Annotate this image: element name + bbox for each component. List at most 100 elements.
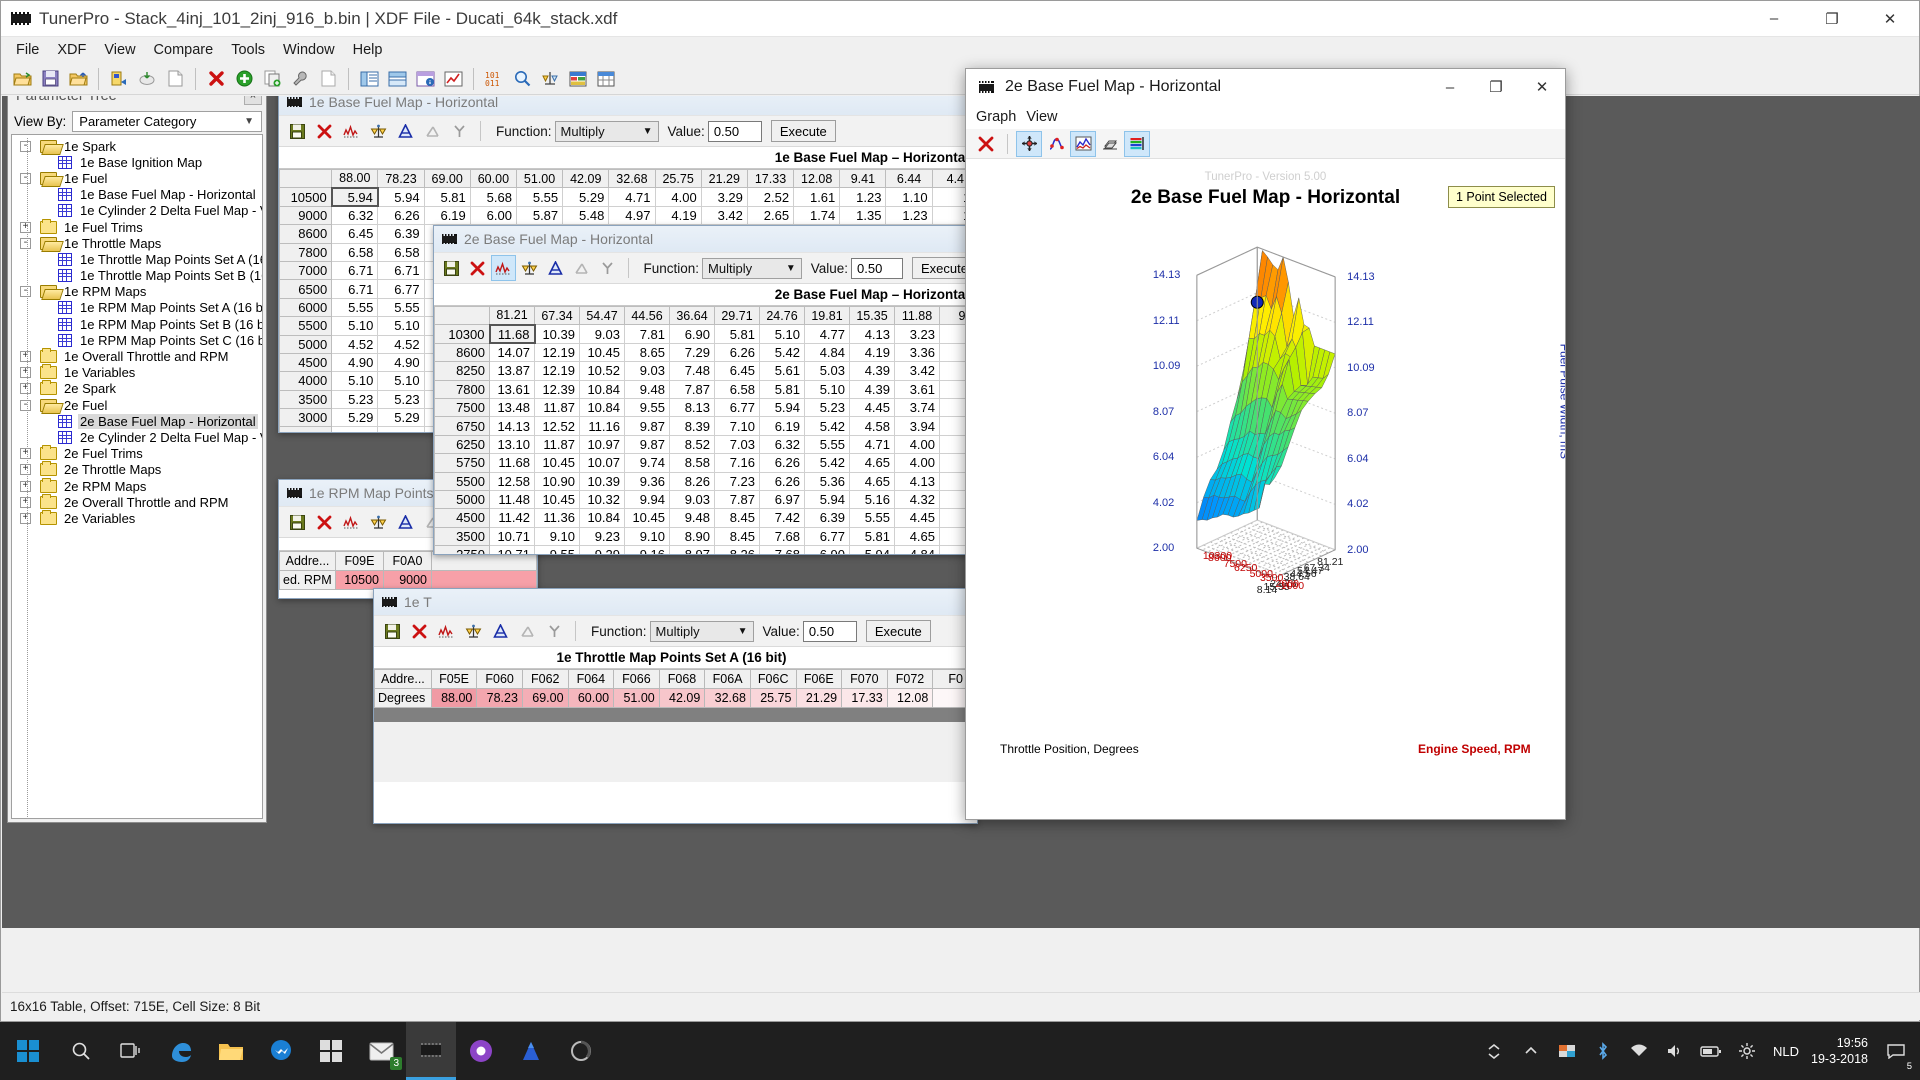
tree-node[interactable]: - 1e RPM Maps	[12, 284, 262, 300]
collapse-toggle-icon[interactable]: -	[20, 237, 31, 249]
table-cell[interactable]: 11.68	[488, 323, 536, 345]
table-cell[interactable]: 6.71	[331, 279, 379, 299]
table-cell[interactable]: 6.32	[759, 434, 805, 455]
table-cell[interactable]: 3.36	[894, 342, 940, 363]
column-header[interactable]: F06C	[749, 669, 797, 689]
row-header[interactable]: 7500	[434, 397, 490, 418]
table-cell[interactable]: 4.97	[608, 205, 656, 226]
table-cell[interactable]: 69.00	[521, 688, 569, 708]
column-header[interactable]: 11.88	[894, 305, 940, 326]
table-cell[interactable]: 10.84	[579, 379, 625, 399]
collapse-toggle-icon[interactable]: -	[20, 399, 31, 411]
delete-red-x-icon[interactable]	[203, 66, 229, 92]
graph-close-button[interactable]: ✕	[1519, 69, 1565, 105]
table-cell[interactable]: 7.81	[624, 324, 670, 344]
table-cell[interactable]: 6.39	[804, 508, 850, 528]
column-header[interactable]: 69.00	[423, 168, 471, 189]
column-header[interactable]: 60.00	[469, 168, 517, 189]
table-cell[interactable]: 5.10	[331, 316, 379, 336]
column-header[interactable]: F072	[886, 669, 934, 689]
scales-icon[interactable]	[366, 119, 390, 143]
minimize-button[interactable]: –	[1745, 1, 1803, 37]
table-cell[interactable]: 5.42	[759, 342, 805, 363]
table-cell[interactable]: 13.10	[489, 434, 535, 455]
menu-compare[interactable]: Compare	[145, 39, 223, 61]
table-cell[interactable]: 5.81	[849, 526, 895, 547]
blank-doc-icon[interactable]	[315, 66, 341, 92]
split-icon[interactable]	[447, 119, 471, 143]
table-cell[interactable]: 13.48	[489, 397, 535, 418]
table-cell[interactable]: 10.84	[579, 508, 625, 528]
table-cell[interactable]: 12.39	[534, 379, 580, 399]
data-table[interactable]: 81.21 67.34 54.47 44.56 36.64 29.71 24.76 19.81…	[434, 305, 977, 554]
row-header[interactable]: 4500	[279, 352, 333, 373]
table-cell[interactable]: 4.65	[894, 526, 940, 547]
table-cell[interactable]: 10.97	[579, 434, 625, 455]
table-cell[interactable]: 5.55	[377, 297, 425, 318]
table-cell[interactable]: 10.39	[579, 471, 625, 491]
battery-icon[interactable]	[1693, 1022, 1729, 1080]
table-cell[interactable]: 42.09	[658, 688, 706, 708]
row-header[interactable]: 5000	[434, 489, 490, 510]
save-icon[interactable]	[285, 510, 309, 534]
column-header[interactable]: 6.44	[885, 168, 933, 189]
column-header[interactable]: 36.64	[669, 305, 715, 326]
table-cell[interactable]: 5.10	[331, 371, 379, 391]
network-icon[interactable]	[1621, 1022, 1657, 1080]
table-cell[interactable]: 11.48	[489, 489, 535, 510]
value-input[interactable]: 0.50	[851, 257, 903, 279]
table-cell[interactable]: 11.68	[489, 453, 535, 473]
table-cell[interactable]: 6.19	[759, 416, 805, 436]
table-row[interactable]: 3500 10.71 9.10 9.23 9.10 8.90 8.45 7.68 6.77 5.8…	[434, 526, 977, 547]
row-header[interactable]: 8250	[434, 361, 490, 381]
table-cell[interactable]: 4.13	[894, 471, 940, 491]
column-header[interactable]: 42.09	[562, 168, 610, 189]
graph-canvas[interactable]: TunerPro - Version 5.00 2e Base Fuel Map…	[966, 159, 1565, 819]
table-cell[interactable]: 5.55	[331, 297, 379, 318]
hidden-icons-icon[interactable]	[1477, 1022, 1513, 1080]
function-select[interactable]: Multiply ▼	[554, 120, 659, 142]
column-header[interactable]: F0A0	[383, 551, 432, 571]
table-cell[interactable]: 11.42	[489, 508, 535, 528]
table-cell[interactable]: 9.74	[624, 453, 670, 473]
window-2e-base-fuel-map[interactable]: 2e Base Fuel Map - Horizontal Function: …	[433, 225, 978, 555]
table-cell[interactable]: 10.45	[624, 508, 670, 528]
hex-101-011-icon[interactable]: 101 011	[481, 66, 507, 92]
collapse-toggle-icon[interactable]: -	[20, 140, 31, 152]
row-header[interactable]: 3500	[279, 389, 333, 410]
table-cell[interactable]: 17.33	[841, 688, 888, 708]
table-cell[interactable]: 6.19	[423, 205, 471, 226]
table-row[interactable]: ed. RPM 10500 9000	[279, 570, 537, 590]
table-cell[interactable]: 10.39	[534, 324, 580, 344]
table-cell[interactable]: 11.16	[579, 416, 625, 436]
column-header[interactable]: 32.68	[608, 168, 656, 189]
expand-toggle-icon[interactable]: +	[20, 448, 31, 460]
table-cell[interactable]: 5.16	[849, 489, 895, 510]
table-cell[interactable]: 12.58	[489, 471, 535, 491]
column-header[interactable]: F060	[476, 669, 523, 689]
row-header[interactable]: 7800	[434, 379, 490, 399]
row-header[interactable]: 6750	[434, 416, 490, 436]
table-row[interactable]: 10500 5.94 5.94 5.81 5.68 5.55 5.29 4.71 4.00 3.2…	[279, 186, 977, 208]
table-cell[interactable]: 6.71	[331, 260, 379, 281]
tree-node[interactable]: 1e Throttle Map Points Set B (16 bit)	[12, 268, 262, 284]
column-header[interactable]: 67.34	[534, 305, 580, 326]
compare-icon[interactable]	[488, 619, 512, 643]
tree-node[interactable]: - 1e Fuel	[12, 170, 262, 186]
table-cell[interactable]: 7.87	[669, 379, 715, 399]
table-cell[interactable]: 5.03	[804, 361, 850, 381]
table-cell[interactable]: 5.87	[515, 205, 564, 226]
table-row[interactable]: 5000 11.48 10.45 10.32 9.94 9.03 7.87 6.97 5.94 5…	[434, 489, 977, 510]
table-cell[interactable]: 5.55	[515, 187, 564, 207]
table-cell[interactable]: 3.23	[894, 324, 940, 344]
table-cell[interactable]: 8.45	[714, 526, 760, 547]
bluetooth-icon[interactable]	[1585, 1022, 1621, 1080]
save-icon[interactable]	[285, 119, 309, 143]
row-header[interactable]: 7800	[279, 242, 333, 262]
table-row[interactable]: Degrees 88.00 78.23 69.00 60.00 51.00 42.09 32.…	[374, 688, 977, 708]
table-cell[interactable]: 9.55	[624, 397, 670, 418]
table-cell[interactable]: 6.58	[377, 242, 425, 262]
tree-node[interactable]: +2e Spark	[12, 380, 262, 397]
table-cell[interactable]: 4.65	[849, 453, 895, 473]
tree-node[interactable]: 1e Base Ignition Map	[12, 154, 262, 170]
